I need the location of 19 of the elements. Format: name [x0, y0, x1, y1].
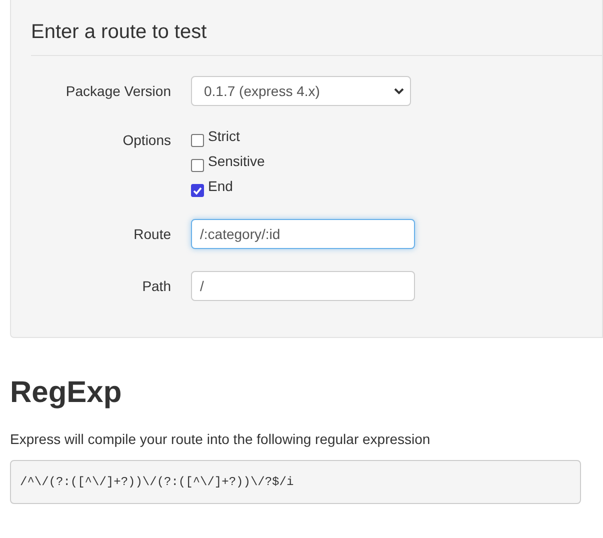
text-input[interactable]: /:category/:id [191, 219, 415, 249]
text-input[interactable]: / [191, 271, 415, 301]
field-label: Path [141, 276, 172, 296]
field-label: Route [132, 224, 172, 244]
section-title: RegExp [10, 375, 123, 411]
chevron-down-icon [394, 88, 404, 94]
field-label: Options [122, 131, 172, 150]
checkbox[interactable] [191, 184, 204, 197]
checkbox[interactable] [191, 159, 204, 172]
checkbox-label: End [208, 178, 233, 194]
checkbox-label: Sensitive [208, 153, 265, 169]
description-text: Express will compile your route into the following regular expression [10, 430, 432, 449]
checkbox-label: Strict [208, 128, 240, 144]
checkmark-icon [193, 186, 202, 194]
regexp-code: /^\/(?:([^\/]+?))\/(?:([^\/]+?))\/?$/i [10, 460, 581, 504]
field-label: Package Version [64, 82, 172, 101]
form-title: Enter a route to test [31, 20, 208, 45]
checkbox[interactable] [191, 134, 204, 147]
version-select[interactable]: 0.1.7 (express 4.x) [191, 76, 411, 106]
